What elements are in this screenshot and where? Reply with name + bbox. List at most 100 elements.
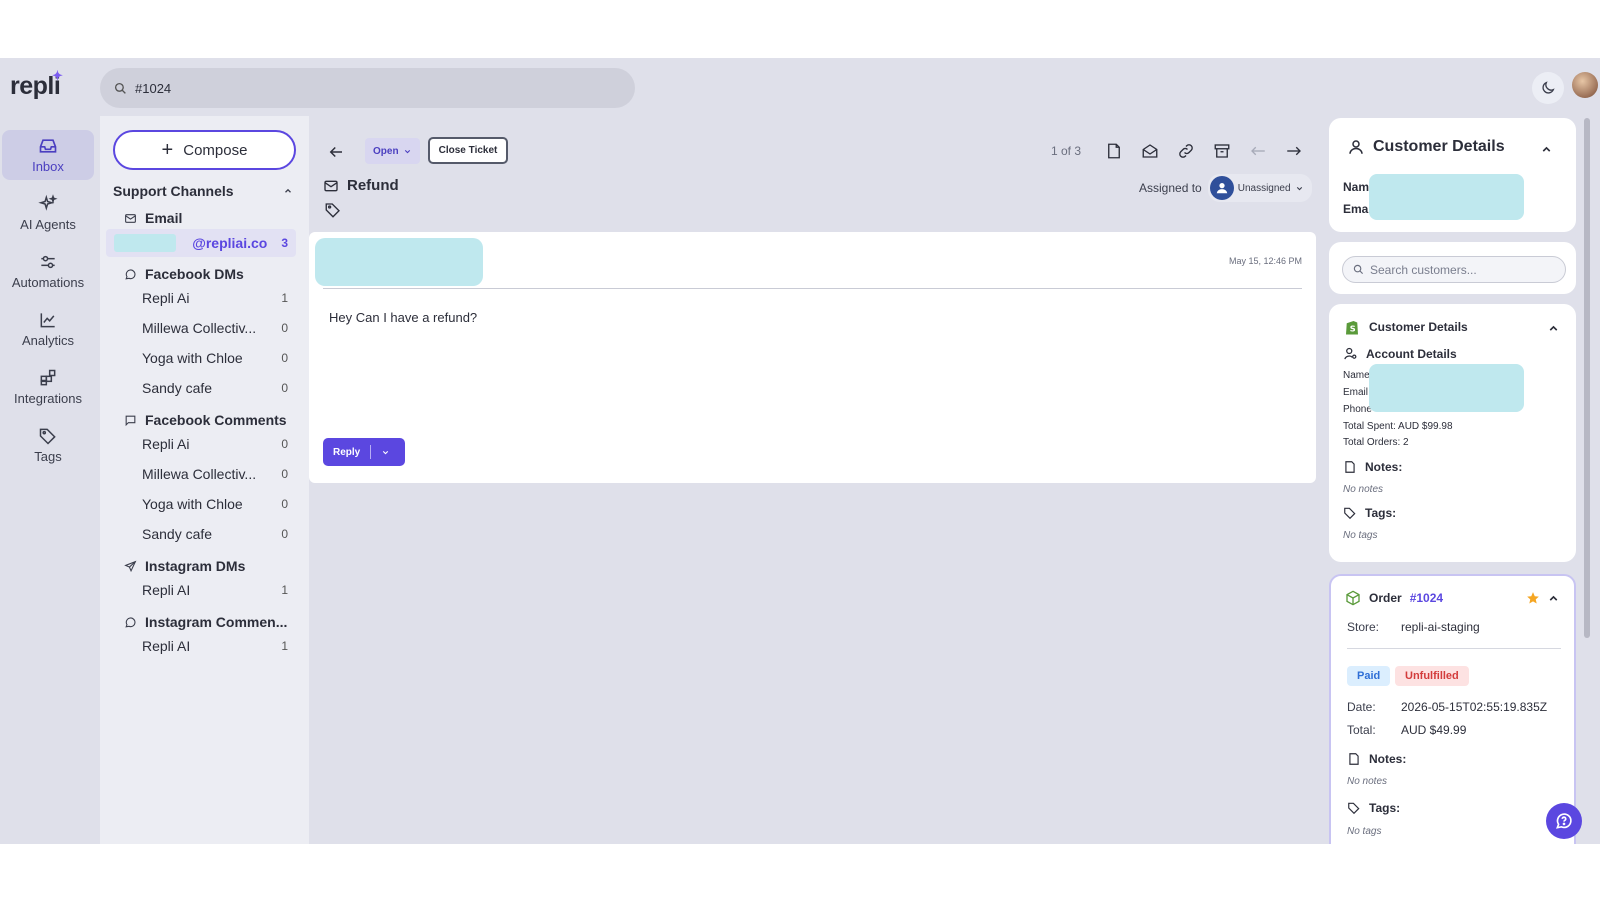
- group-title: Instagram Commen...: [145, 614, 288, 630]
- channel-label: Sandy cafe: [142, 526, 213, 542]
- channel-label: Yoga with Chloe: [142, 350, 243, 366]
- total-value: AUD $49.99: [1401, 723, 1467, 737]
- channel-item[interactable]: Millewa Collectiv... 0: [142, 320, 288, 336]
- nav-label: AI Agents: [20, 217, 76, 232]
- nav-inbox[interactable]: Inbox: [2, 130, 94, 180]
- order-date-row: Date: 2026-05-15T02:55:19.835Z: [1347, 700, 1547, 714]
- compose-label: Compose: [183, 141, 248, 159]
- redacted-email-prefix: [114, 234, 176, 252]
- nav-automations[interactable]: Automations: [2, 246, 94, 296]
- brand-logo[interactable]: repli ✦: [10, 68, 63, 101]
- collapse-button[interactable]: [1545, 590, 1561, 606]
- help-button[interactable]: [1546, 803, 1582, 839]
- channel-item[interactable]: Repli Ai 0: [142, 436, 288, 452]
- channel-count: 1: [281, 291, 288, 305]
- sliders-icon: [41, 255, 55, 269]
- channel-item[interactable]: Yoga with Chloe 0: [142, 496, 288, 512]
- chevron-up-icon: [285, 188, 291, 193]
- date-label: Date:: [1347, 700, 1376, 714]
- close-ticket-button[interactable]: Close Ticket: [428, 137, 508, 164]
- message-body: Hey Can I have a refund?: [329, 310, 478, 325]
- channel-item[interactable]: Sandy cafe 0: [142, 526, 288, 542]
- channel-item[interactable]: Repli Ai 1: [142, 290, 288, 306]
- user-icon: [1209, 176, 1234, 200]
- group-instagram-dms[interactable]: Instagram DMs: [124, 558, 245, 574]
- order-header: Order #1024: [1345, 590, 1443, 606]
- tags-label: Tags:: [1365, 506, 1397, 520]
- ticket-subject: Refund: [323, 177, 399, 194]
- channel-item[interactable]: Millewa Collectiv... 0: [142, 466, 288, 482]
- shopify-icon: S: [1346, 321, 1358, 335]
- panel-title: Customer Details: [1373, 138, 1505, 155]
- order-notes-header: Notes:: [1347, 752, 1406, 766]
- assigned-label: Assigned to: [1139, 181, 1202, 195]
- channel-item[interactable]: Repli AI 1: [142, 638, 288, 654]
- app-window: repli ✦ #1024 Inbox AI Agents Automations…: [0, 58, 1600, 844]
- notes-button[interactable]: [1103, 140, 1125, 162]
- archive-button[interactable]: [1211, 140, 1233, 162]
- comment-icon: [125, 415, 136, 426]
- account-details-header: Account Details: [1343, 346, 1457, 361]
- nav-tags[interactable]: Tags: [2, 420, 94, 470]
- pager-text: 1 of 3: [1051, 144, 1082, 158]
- channel-item[interactable]: Sandy cafe 0: [142, 380, 288, 396]
- group-instagram-comments[interactable]: Instagram Commen...: [124, 614, 287, 630]
- order-store-row: Store: repli-ai-staging: [1347, 620, 1480, 634]
- collapse-button[interactable]: [1537, 140, 1555, 158]
- paid-badge: Paid: [1347, 666, 1391, 686]
- order-total-row: Total: AUD $49.99: [1347, 723, 1466, 737]
- assignee-name: Unassigned: [1237, 182, 1291, 194]
- chat-bubble-icon: [125, 616, 136, 628]
- divider: [1347, 648, 1561, 649]
- compose-button[interactable]: + Compose: [113, 130, 296, 170]
- channel-item[interactable]: Repli AI 1: [142, 582, 288, 598]
- order-card: Order #1024 Store: repli-ai-staging Paid…: [1329, 574, 1576, 844]
- nav-analytics[interactable]: Analytics: [2, 304, 94, 354]
- notes-label: Notes:: [1369, 752, 1407, 766]
- dark-mode-toggle[interactable]: [1532, 72, 1564, 104]
- add-tag-button[interactable]: [323, 200, 343, 220]
- date-value: 2026-05-15T02:55:19.835Z: [1401, 700, 1548, 714]
- sparkles-icon: [38, 194, 58, 211]
- channel-count: 0: [281, 467, 288, 481]
- search-icon: [114, 82, 126, 94]
- order-title: Order: [1369, 591, 1402, 605]
- user-avatar[interactable]: [1572, 72, 1598, 98]
- group-email[interactable]: Email: [124, 210, 182, 226]
- search-input[interactable]: #1024: [100, 68, 635, 108]
- store-label: Store:: [1347, 620, 1380, 634]
- svg-text:S: S: [1350, 324, 1356, 334]
- notes-value: No notes: [1343, 484, 1384, 495]
- nav-ai-agents[interactable]: AI Agents: [2, 188, 94, 238]
- favorite-order-button[interactable]: [1525, 590, 1541, 606]
- tag-icon: [325, 203, 340, 218]
- back-button[interactable]: [325, 141, 347, 163]
- status-dropdown[interactable]: Open: [365, 138, 420, 164]
- reply-button[interactable]: Reply: [323, 438, 405, 466]
- scrollbar[interactable]: [1584, 118, 1590, 638]
- message-date: May 15, 12:46 PM: [1228, 256, 1302, 266]
- collapse-button[interactable]: [1545, 320, 1561, 336]
- support-channels-header[interactable]: Support Channels: [113, 183, 293, 199]
- channel-label: Repli AI: [142, 638, 191, 654]
- order-number[interactable]: #1024: [1410, 591, 1443, 605]
- channel-item[interactable]: Yoga with Chloe 0: [142, 350, 288, 366]
- redacted-customer-info: [1369, 174, 1524, 220]
- group-facebook-comments[interactable]: Facebook Comments: [124, 412, 287, 428]
- group-facebook-dms[interactable]: Facebook DMs: [124, 266, 244, 282]
- copy-link-button[interactable]: [1175, 140, 1197, 162]
- nav-integrations[interactable]: Integrations: [2, 362, 94, 412]
- reply-options-toggle[interactable]: [371, 448, 400, 457]
- assignee-dropdown[interactable]: Unassigned: [1207, 174, 1312, 202]
- chevron-down-icon: [383, 450, 389, 454]
- total-label: Total:: [1347, 723, 1376, 737]
- customer-search-input[interactable]: Search customers...: [1342, 256, 1566, 283]
- mark-unread-button[interactable]: [1139, 140, 1161, 162]
- chat-bubble-icon: [125, 268, 136, 280]
- channel-email-account[interactable]: @repliai.co 3: [106, 229, 296, 257]
- previous-ticket-button[interactable]: [1247, 140, 1269, 162]
- next-ticket-button[interactable]: [1283, 140, 1305, 162]
- customer-search-card: Search customers...: [1329, 242, 1576, 294]
- document-icon: [1349, 753, 1359, 765]
- nav-label: Integrations: [14, 391, 82, 406]
